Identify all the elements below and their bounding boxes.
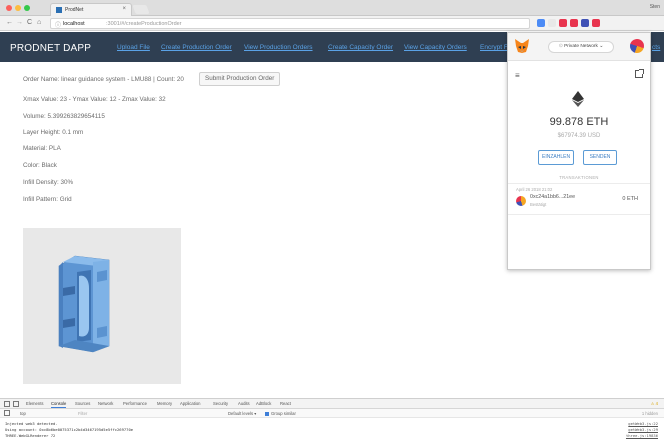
minimize-window-icon[interactable] — [15, 5, 21, 11]
favicon-icon — [56, 7, 62, 13]
browser-extension-icon[interactable] — [570, 19, 578, 27]
transaction-amount: 0 ETH — [622, 196, 638, 202]
divider — [508, 214, 650, 215]
reload-icon[interactable]: C — [27, 19, 32, 27]
submit-production-order-button[interactable]: Submit Production Order — [199, 72, 281, 86]
transaction-identicon — [516, 196, 526, 206]
tab-performance[interactable]: Performance — [123, 401, 147, 406]
chevron-down-icon: ⌄ — [599, 44, 604, 49]
material-text: Material: PLA — [23, 145, 61, 152]
url-host: localhost — [63, 21, 85, 27]
nav-contacts[interactable]: cts — [652, 44, 660, 51]
home-icon[interactable]: ⌂ — [37, 19, 41, 27]
url-path: :3001/#/createProductionOrder — [106, 21, 182, 27]
volume-text: Volume: 5.399263829654115 — [23, 113, 105, 120]
network-name: Private Network — [564, 44, 598, 49]
transaction-status: Bestätigt — [530, 202, 547, 207]
checkbox-icon — [265, 411, 269, 416]
tab-react[interactable]: React — [280, 401, 291, 406]
order-name: Order Name: linear guidance system - LMU… — [23, 76, 184, 83]
tab-sources[interactable]: Sources — [75, 401, 90, 406]
new-tab-button[interactable] — [132, 5, 150, 14]
devtools-panel: Elements Console Sources Network Perform… — [0, 398, 664, 447]
devtools-tab-bar: Elements Console Sources Network Perform… — [0, 399, 664, 409]
tab-security[interactable]: Security — [213, 401, 228, 406]
tab-console[interactable]: Console — [51, 401, 67, 408]
address-bar-row: ← → C ⌂ ⓘ localhost :3001/#/createProduc… — [0, 16, 664, 31]
layer-height-text: Layer Height: 0.1 mm — [23, 129, 84, 136]
nav-create-capacity-order[interactable]: Create Capacity Order — [328, 44, 393, 51]
console-line: Using account: 0xc8b6be0075371c2b4d34671… — [5, 427, 134, 432]
ethereum-icon — [572, 91, 584, 107]
usd-balance: $67974.39 USD — [557, 133, 601, 139]
clear-console-icon[interactable] — [4, 410, 10, 416]
context-selector[interactable]: top — [20, 411, 26, 416]
transaction-date: April 26 2018 21:02 — [516, 187, 553, 192]
profile-name[interactable]: Sten — [650, 4, 660, 10]
info-icon[interactable]: ⓘ — [55, 20, 61, 29]
eth-balance: 99.878 ETH — [549, 116, 609, 128]
part-3d-model — [58, 255, 110, 353]
browser-extension-icon[interactable] — [559, 19, 567, 27]
console-line: Injected web3 detected. — [5, 421, 58, 426]
nav-upload-file[interactable]: Upload File — [117, 44, 150, 51]
nav-view-capacity-orders[interactable]: View Capacity Orders — [404, 44, 467, 51]
console-filter-input[interactable]: Filter — [78, 411, 87, 416]
log-levels-dropdown[interactable]: Default levels ▾ — [228, 411, 256, 416]
tab-close-icon[interactable]: × — [122, 6, 126, 12]
brand-title[interactable]: PRODNET DAPP — [10, 43, 91, 54]
browser-extension-icon[interactable] — [592, 19, 600, 27]
browser-tab-strip: ProdNet × Sten — [0, 0, 664, 16]
tab-application[interactable]: Application — [180, 401, 201, 406]
open-external-icon[interactable] — [635, 69, 644, 78]
warning-count[interactable]: ⚠ 4 — [651, 401, 658, 406]
send-button[interactable]: SENDEN — [583, 150, 617, 165]
nav-encrypt-file[interactable]: Encrypt F — [480, 44, 508, 51]
hamburger-menu-icon[interactable]: ≡ — [515, 72, 520, 80]
color-text: Color: Black — [23, 162, 57, 169]
infill-pattern-text: Infill Pattern: Grid — [23, 196, 72, 203]
hidden-count: 1 hidden — [641, 411, 658, 416]
tab-audits[interactable]: Audits — [238, 401, 250, 406]
close-window-icon[interactable] — [6, 5, 12, 11]
group-similar-checkbox[interactable]: Group similar — [265, 411, 296, 416]
back-icon[interactable]: ← — [6, 19, 13, 27]
model-preview-canvas[interactable] — [23, 228, 181, 384]
maximize-window-icon[interactable] — [24, 5, 30, 11]
nav-view-production-orders[interactable]: View Production Orders — [244, 44, 313, 51]
console-line: THREE.WebGLRenderer 72 — [5, 433, 56, 438]
tab-elements[interactable]: Elements — [26, 401, 43, 406]
infill-density-text: Infill Density: 30% — [23, 179, 74, 186]
group-similar-label: Group similar — [271, 411, 296, 416]
dimensions-text: Xmax Value: 23 - Ymax Value: 12 - Zmax V… — [23, 96, 166, 103]
inspect-element-icon[interactable] — [4, 401, 10, 407]
extension-icons — [537, 19, 600, 28]
tab-title: ProdNet — [65, 7, 84, 13]
transaction-address[interactable]: 0xc24a1bb6...21ee — [530, 194, 575, 200]
browser-extension-icon[interactable] — [548, 19, 556, 27]
console-source-link[interactable]: getWeb3.js:29 — [628, 427, 658, 432]
metamask-header: ⊙ Private Network ⌄ — [508, 33, 650, 61]
deposit-button[interactable]: EINZAHLEN — [538, 150, 575, 165]
divider — [508, 183, 650, 184]
tab-adblock[interactable]: AdBlock — [256, 401, 271, 406]
url-input[interactable]: ⓘ localhost :3001/#/createProductionOrde… — [50, 18, 530, 29]
console-source-link[interactable]: getWeb3.js:22 — [628, 421, 658, 426]
forward-icon[interactable]: → — [16, 19, 23, 27]
console-source-link[interactable]: three.js:19836 — [626, 433, 658, 438]
tab-network[interactable]: Network — [98, 401, 113, 406]
browser-extension-icon[interactable] — [581, 19, 589, 27]
browser-tab[interactable]: ProdNet × — [50, 3, 132, 16]
transactions-heading: TRANSAKTIONEN — [559, 175, 599, 180]
account-avatar[interactable] — [630, 39, 644, 53]
metamask-popup: ⊙ Private Network ⌄ ≡ 99.878 ETH $67974.… — [507, 32, 651, 270]
tab-memory[interactable]: Memory — [157, 401, 172, 406]
device-toolbar-icon[interactable] — [13, 401, 19, 407]
nav-create-production-order[interactable]: Create Production Order — [161, 44, 232, 51]
metamask-fox-icon[interactable] — [514, 38, 530, 54]
browser-extension-icon[interactable] — [537, 19, 545, 27]
network-selector[interactable]: ⊙ Private Network ⌄ — [548, 41, 614, 53]
console-filter-bar: top Filter Default levels ▾ Group simila… — [0, 409, 664, 418]
